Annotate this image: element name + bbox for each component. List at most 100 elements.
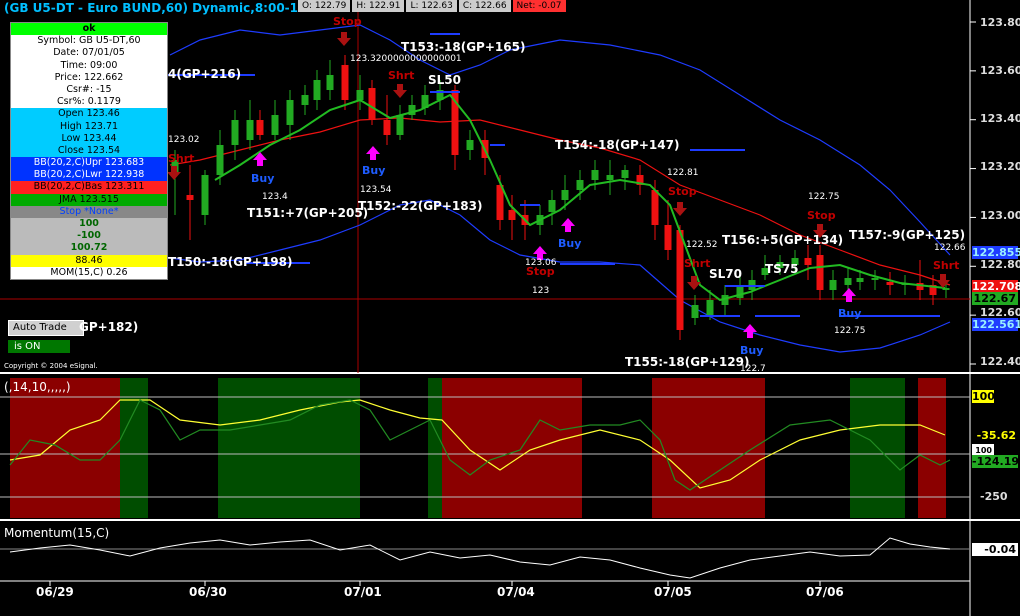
candle-body (246, 120, 254, 140)
candle-body (576, 180, 584, 190)
trade-label: T150:-18(GP+198) (168, 255, 293, 269)
trade-label: T157:-9(GP+125) (849, 228, 966, 242)
buy-signal-label: Buy (740, 344, 764, 357)
osc-tick-label: -250 (980, 490, 1008, 503)
price-label: 123.3200000000000001 (350, 54, 462, 64)
momentum-line (9, 537, 951, 579)
candle-body (256, 120, 264, 135)
info-row: 100 (11, 218, 167, 231)
candle-body (561, 190, 569, 200)
x-tick-label: 07/04 (497, 585, 535, 599)
trade-label: T155:-18(GP+129) (625, 355, 750, 369)
info-row: Date: 07/01/05 (11, 47, 167, 60)
sell-arrow-icon (167, 166, 181, 180)
x-tick-label: 07/05 (654, 585, 692, 599)
candle-body (508, 210, 516, 220)
osc-tag: -124.19 (972, 455, 1020, 468)
candle-body (829, 280, 837, 290)
candle-body (816, 255, 824, 290)
candle-body (186, 195, 194, 200)
x-tick-label: 06/30 (189, 585, 227, 599)
candle-body (396, 115, 404, 135)
candle-body (651, 190, 659, 225)
stop-level-label: SL70 (709, 267, 742, 281)
info-row: MOM(15,C) 0.26 (11, 266, 167, 279)
candle-body (856, 278, 864, 282)
candle-body (621, 170, 629, 178)
buy-arrow-icon (743, 324, 757, 338)
buy-signal-label: Buy (251, 172, 275, 185)
sell-arrow-icon (393, 84, 407, 98)
candle-body (591, 170, 599, 180)
stop-signal-label: Stop (807, 209, 836, 222)
y-tick-label: 122.80 (980, 258, 1020, 271)
trade-label: T151:+7(GP+205) (247, 206, 369, 220)
info-row: ok (11, 23, 167, 36)
info-row: Time: 09:00 (11, 59, 167, 72)
osc-tag: 100 (972, 390, 995, 403)
candle-body (356, 90, 364, 100)
price-label: 122.7 (740, 364, 766, 374)
info-row: Symbol: GB U5-DT,60 (11, 35, 167, 48)
info-row: -100 (11, 230, 167, 243)
price-label: 123.4 (262, 192, 288, 202)
sell-arrow-icon (936, 274, 950, 288)
info-row: Csr#: -15 (11, 83, 167, 97)
candle-body (548, 200, 556, 212)
y-tick-label: 123.20 (980, 160, 1020, 173)
trade-label: T152:-22(GP+183) (358, 199, 483, 213)
close-value: C: 122.66 (458, 0, 511, 12)
cursor-info-panel: ok Symbol: GB U5-DT,60 Date: 07/01/05 Time:… (10, 22, 168, 280)
trade-label: GP+182) (79, 320, 139, 334)
price-label: 123.02 (168, 135, 200, 145)
bb-upper-tag: 122.855 (972, 246, 1020, 259)
buy-signal-label: Buy (838, 307, 862, 320)
candle-body (664, 225, 672, 250)
candle-body (871, 278, 879, 280)
buy-arrow-icon (842, 288, 856, 302)
candle-body (231, 120, 239, 145)
sell-arrow-icon (337, 32, 351, 46)
x-tick-label: 07/06 (806, 585, 844, 599)
candle-body (844, 278, 852, 285)
y-tick-label: 123.60 (980, 64, 1020, 77)
bb-lower-tag: 122.561 (972, 318, 1020, 331)
candle-body (691, 305, 699, 318)
info-row: 100.72 (11, 242, 167, 255)
candle-body (466, 140, 474, 150)
trade-label: T154:-18(GP+147) (555, 138, 680, 152)
trade-label: T153:-18(GP+165) (401, 40, 526, 54)
price-label: 122.81 (667, 168, 699, 178)
candle-body (313, 80, 321, 100)
trade-label: T156:+5(GP+134) (722, 233, 844, 247)
oscillator-title: (,14,10,,,,,) (4, 380, 71, 394)
info-row: BB(20,2,C)Lwr 122.938 (11, 169, 167, 182)
y-tick-label: 123.80 (980, 16, 1020, 29)
buy-signal-label: Buy (558, 237, 582, 250)
stop-signal-label: Stop (333, 15, 362, 28)
copyright: Copyright © 2004 eSignal. (4, 362, 98, 370)
high-value: H: 122.91 (352, 0, 405, 12)
candle-body (301, 95, 309, 105)
info-row: BB(20,2,C)Bas 123.311 (11, 181, 167, 194)
info-row: Stop *None* (11, 205, 167, 218)
net-value: Net: -0.07 (512, 0, 566, 12)
price-label: 122.66 (934, 243, 966, 253)
momentum-title: Momentum(15,C) (4, 526, 110, 540)
short-signal-label: Shrt (388, 69, 415, 82)
info-row: Low 123.44 (11, 132, 167, 145)
candle-body (676, 230, 684, 330)
candle-body (368, 88, 376, 120)
short-signal-label: Shrt (684, 257, 711, 270)
price-label: 122.52 (686, 240, 718, 250)
stop-signal-label: Stop (668, 185, 697, 198)
buy-arrow-icon (366, 146, 380, 160)
candle-body (706, 300, 714, 315)
stop-level-label: SL50 (428, 73, 461, 87)
price-tag: 122.67 (972, 292, 1018, 305)
price-label: 122.75 (808, 192, 840, 202)
auto-trade-button[interactable]: Auto Trade (8, 320, 84, 336)
info-row: JMA 123.515 (11, 193, 167, 206)
candle-body (271, 115, 279, 135)
info-row: BB(20,2,C)Upr 123.683 (11, 157, 167, 170)
